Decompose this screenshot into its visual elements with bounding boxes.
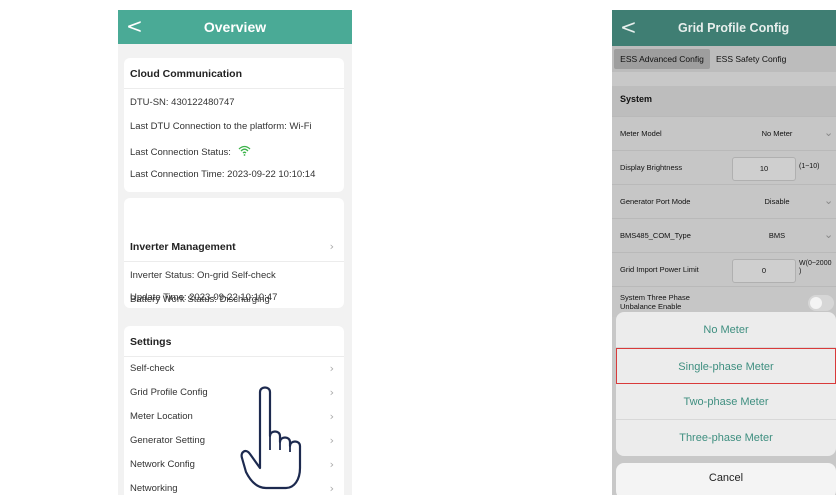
settings-item-label: Grid Profile Config [130,387,208,398]
settings-item-meter-location[interactable]: Meter Location [130,411,193,422]
grid-import-power-limit-label: Grid Import Power Limit [620,265,699,274]
chevron-right-icon: › [329,410,334,423]
chevron-right-icon: › [329,362,334,375]
section-title: System [620,94,653,104]
chevron-right-icon: › [329,434,334,447]
chevron-down-icon: ⌄ [824,126,834,139]
meter-model-row[interactable]: Meter Model No Meter ⌄ [612,116,836,151]
pointing-hand-icon [240,386,302,490]
settings-item-generator-setting[interactable]: Generator Setting [130,435,205,446]
settings-item-label: Generator Setting [130,435,205,446]
meter-model-label: Meter Model [620,129,662,138]
last-connection-platform: Last DTU Connection to the platform: Wi-… [130,121,312,132]
chevron-down-icon: ⌄ [824,228,834,241]
generator-port-mode-row[interactable]: Generator Port Mode Disable ⌄ [612,184,836,219]
divider [124,261,344,262]
cloud-communication-title: Cloud Communication [130,68,242,80]
settings-item-network-config[interactable]: Network Config [130,459,195,470]
divider [124,88,344,89]
settings-item-label: Network Config [130,459,195,470]
update-time: Update Time: 2023-09-22 10:10:47 [130,292,278,303]
update-time-wrap: Update Time: 2023-09-22 10:10:47 [124,286,344,304]
grid-import-power-limit-input[interactable]: 0 [732,259,796,283]
bms485-com-type-row[interactable]: BMS485_COM_Type BMS ⌄ [612,218,836,253]
bms485-com-type-label: BMS485_COM_Type [620,231,691,240]
last-connection-status-label: Last Connection Status: [130,147,231,158]
display-brightness-input[interactable]: 10 [732,157,796,181]
three-phase-unbalance-label: System Three Phase Unbalance Enable [620,293,690,311]
last-connection-status: Last Connection Status: [130,145,251,158]
chevron-right-icon: › [329,386,334,399]
section-system: System [612,86,836,116]
overview-screen: < Overview Cloud Communication DTU-SN: 4… [118,10,352,495]
tab-bar: ESS Advanced Config ESS Safety Config [612,46,836,72]
settings-title: Settings [130,336,172,348]
option-no-meter[interactable]: No Meter [616,312,836,348]
back-icon[interactable]: < [620,16,637,38]
option-two-phase-meter[interactable]: Two-phase Meter [616,384,836,420]
chevron-down-icon: ⌄ [824,194,834,207]
generator-port-mode-label: Generator Port Mode [620,197,691,206]
tab-ess-safety-config[interactable]: ESS Safety Config [716,49,786,69]
settings-item-networking[interactable]: Networking [130,483,178,494]
settings-item-label: Networking [130,483,178,494]
settings-card: Settings Self-check › Grid Profile Confi… [124,326,344,495]
option-single-phase-meter[interactable]: Single-phase Meter [616,348,836,384]
chevron-right-icon: › [329,458,334,471]
option-three-phase-meter[interactable]: Three-phase Meter [616,420,836,456]
chevron-right-icon: › [329,482,334,495]
last-connection-time: Last Connection Time: 2023-09-22 10:10:1… [130,169,316,180]
overview-header: < Overview [118,10,352,44]
divider [124,356,344,357]
settings-item-label: Meter Location [130,411,193,422]
grid-import-power-limit-row: Grid Import Power Limit 0 W(0~2000 ) [612,252,836,287]
display-brightness-range: (1~10) [799,163,820,170]
cloud-communication-card: Cloud Communication DTU-SN: 430122480747… [124,58,344,192]
inverter-status: Inverter Status: On-grid Self-check [130,270,276,281]
dtu-sn: DTU-SN: 430122480747 [130,97,235,108]
meter-model-action-sheet: No Meter Single-phase Meter Two-phase Me… [616,312,836,456]
generator-port-mode-value: Disable [764,197,790,206]
toggle-knob [810,297,822,309]
meter-model-value: No Meter [761,129,793,138]
cancel-button[interactable]: Cancel [616,463,836,495]
inverter-management-title: Inverter Management [130,241,236,253]
settings-item-self-check[interactable]: Self-check [130,363,174,374]
display-brightness-row: Display Brightness 10 (1~10) [612,150,836,185]
wifi-icon [238,145,250,156]
three-phase-unbalance-toggle[interactable] [808,295,834,311]
grid-profile-config-screen: < Grid Profile Config ESS Advanced Confi… [612,10,836,495]
grid-profile-header: < Grid Profile Config [612,10,836,46]
settings-item-label: Self-check [130,363,175,374]
page-title: Overview [203,19,267,35]
settings-item-grid-profile-config[interactable]: Grid Profile Config [130,387,208,398]
display-brightness-label: Display Brightness [620,163,683,172]
page-title: Grid Profile Config [678,21,790,35]
chevron-right-icon: › [329,240,334,253]
tab-ess-advanced-config[interactable]: ESS Advanced Config [614,49,710,69]
bms485-com-type-value: BMS [768,231,786,240]
grid-import-power-limit-range: W(0~2000 ) [799,260,832,275]
